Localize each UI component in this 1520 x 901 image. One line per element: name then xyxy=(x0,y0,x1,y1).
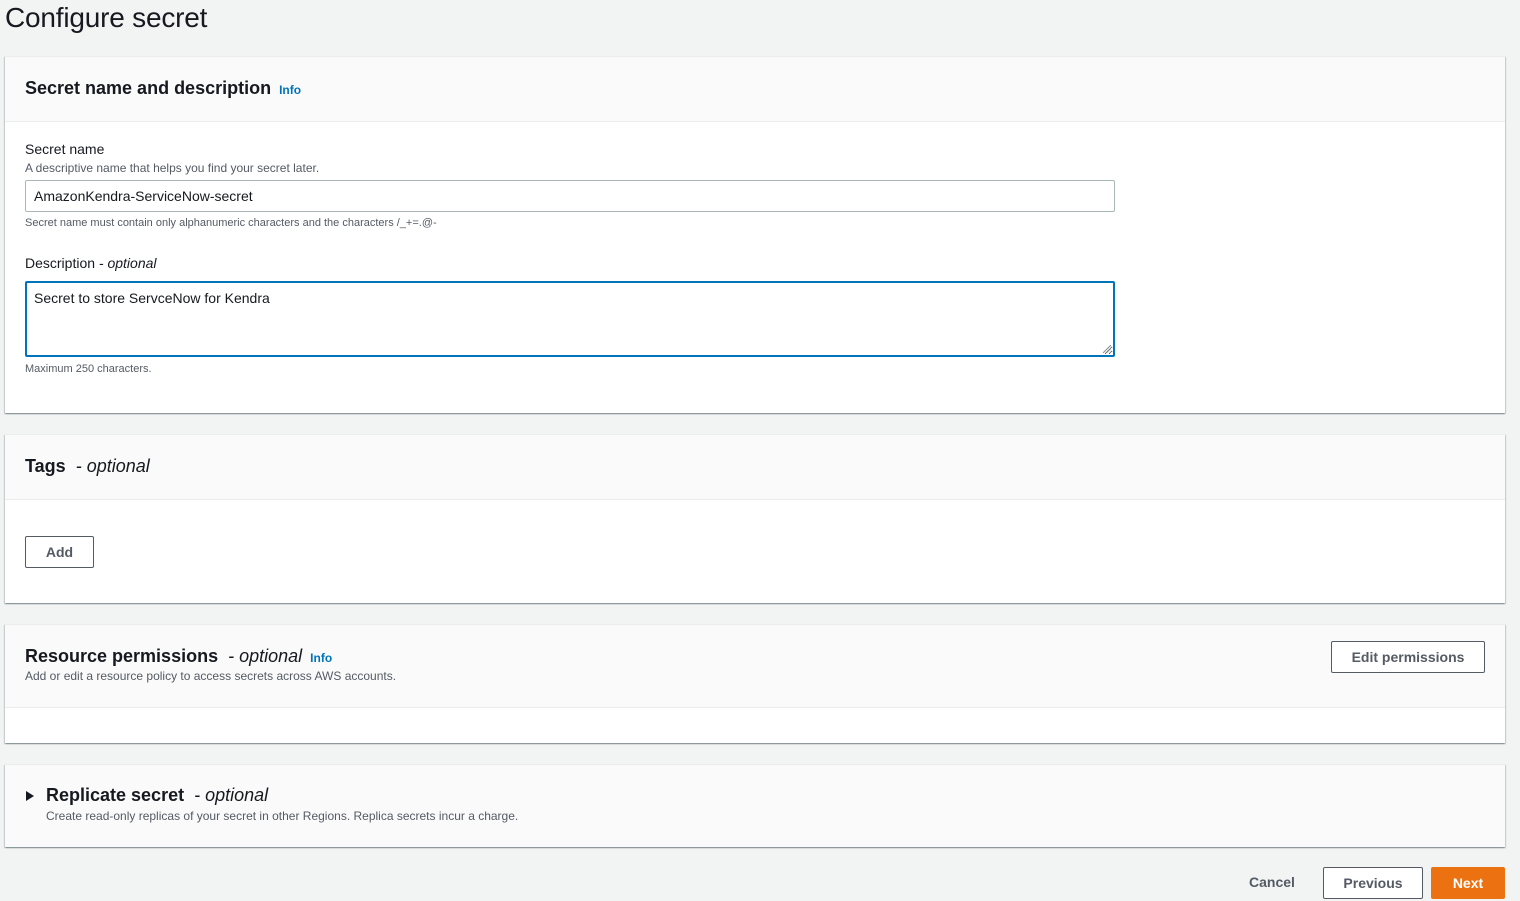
description-label: Description - optional xyxy=(25,255,157,271)
secret-name-panel-header: Secret name and description Info xyxy=(5,57,1505,122)
tags-panel-header: Tags - optional xyxy=(5,435,1505,500)
tags-title-text: Tags xyxy=(25,456,66,476)
secret-name-description: A descriptive name that helps you find y… xyxy=(25,161,320,175)
cancel-button[interactable]: Cancel xyxy=(1249,874,1295,890)
secret-name-input[interactable]: AmazonKendra-ServiceNow-secret xyxy=(25,180,1115,212)
tags-panel-title: Tags - optional xyxy=(25,456,150,477)
replicate-secret-header[interactable]: Replicate secret - optional Create read-… xyxy=(46,785,518,823)
next-button[interactable]: Next xyxy=(1431,867,1505,899)
edit-permissions-button[interactable]: Edit permissions xyxy=(1331,641,1485,673)
resource-permissions-title-optional: - optional xyxy=(228,646,303,666)
replicate-secret-panel[interactable]: Replicate secret - optional Create read-… xyxy=(5,764,1505,847)
resource-permissions-panel: Resource permissions - optional Info Add … xyxy=(5,624,1505,743)
tags-title-optional: - optional xyxy=(75,456,150,476)
replicate-secret-description: Create read-only replicas of your secret… xyxy=(46,809,519,823)
replicate-secret-title: Replicate secret - optional xyxy=(46,785,268,806)
resize-grip-icon[interactable] xyxy=(1103,345,1111,353)
resource-permissions-title-text: Resource permissions xyxy=(25,646,219,666)
description-constraint: Maximum 250 characters. xyxy=(25,363,152,375)
secret-name-label: Secret name xyxy=(25,141,105,157)
description-label-optional: - optional xyxy=(98,255,157,271)
resource-permissions-panel-header: Resource permissions - optional Info Add … xyxy=(5,625,1505,708)
description-textarea[interactable]: Secret to store ServceNow for Kendra xyxy=(25,281,1115,357)
resource-permissions-description: Add or edit a resource policy to access … xyxy=(25,669,397,683)
description-label-text: Description xyxy=(25,255,96,271)
page-title: Configure secret xyxy=(5,2,208,33)
replicate-secret-title-optional: - optional xyxy=(194,785,269,805)
caret-right-icon[interactable] xyxy=(26,791,34,801)
resource-permissions-title: Resource permissions - optional xyxy=(25,646,302,667)
tags-panel: Tags - optional Add xyxy=(5,434,1505,603)
previous-button[interactable]: Previous xyxy=(1323,867,1423,899)
replicate-secret-title-text: Replicate secret xyxy=(46,785,185,805)
description-textarea-value: Secret to store ServceNow for Kendra xyxy=(34,290,270,306)
add-tag-button[interactable]: Add xyxy=(25,536,94,568)
secret-name-constraint: Secret name must contain only alphanumer… xyxy=(25,217,437,229)
secret-name-panel-title: Secret name and description xyxy=(25,78,272,98)
secret-name-panel: Secret name and description Info Secret n… xyxy=(5,56,1505,413)
secret-name-info-link[interactable]: Info xyxy=(279,83,301,97)
resource-permissions-info-link[interactable]: Info xyxy=(310,651,332,665)
